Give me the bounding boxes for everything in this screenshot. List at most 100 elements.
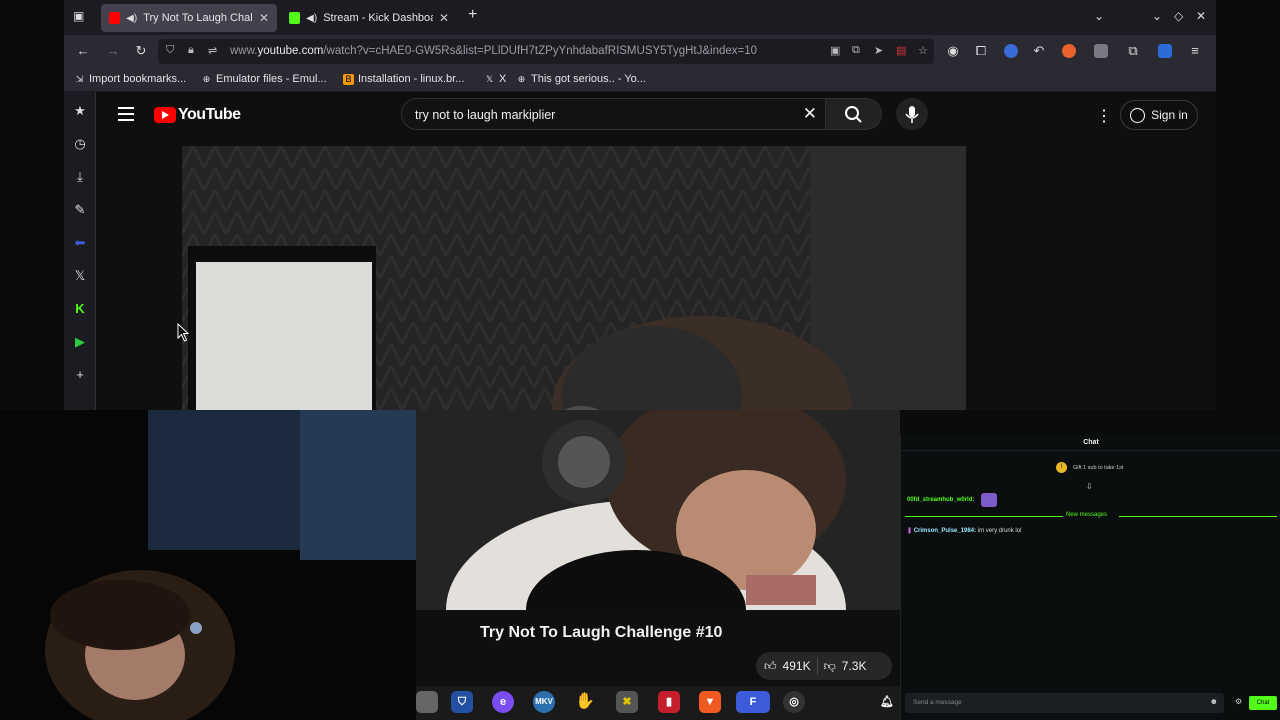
mkv-icon[interactable]: MKV bbox=[533, 691, 555, 713]
search-input[interactable]: try not to laugh markiplier ✕ bbox=[401, 98, 826, 130]
emoji-icon[interactable]: ☻ bbox=[1210, 697, 1218, 706]
chat-message: ❚ Crimson_Pulse_1984: im very drunk lol bbox=[907, 528, 1022, 534]
sign-in-button[interactable]: Sign in bbox=[1120, 100, 1198, 130]
lock-icon[interactable]: 🔒︎ bbox=[188, 44, 194, 57]
brave-b-icon: B bbox=[343, 73, 354, 85]
scroll-down-icon[interactable]: ⇩ bbox=[1086, 482, 1093, 491]
browser-sidebar: ★ ◷ ⤓ ✎ ⬅ 𝕏 K ▶ + bbox=[64, 92, 96, 410]
download-icon[interactable]: ⤓ bbox=[72, 169, 88, 185]
tool-icon[interactable]: ✖ bbox=[616, 691, 638, 713]
account-icon[interactable]: ◉ bbox=[944, 43, 962, 59]
tab-kick[interactable]: ◀) Stream - Kick Dashboar ✕ bbox=[281, 4, 457, 32]
window-close-icon[interactable]: ✕ bbox=[1196, 9, 1206, 23]
speaker-icon[interactable]: ◀) bbox=[126, 13, 137, 24]
user-icon bbox=[1130, 107, 1146, 123]
address-bar[interactable]: ⛉ 🔒︎ ⇌ www.youtube.com/watch?v=cHAE0-GW5… bbox=[158, 39, 934, 64]
app-icon[interactable] bbox=[416, 691, 438, 713]
bookmark-item[interactable]: ⇲ Import bookmarks... bbox=[74, 73, 186, 85]
clear-search-icon[interactable]: ✕ bbox=[803, 104, 817, 124]
bookmark-item[interactable]: ⊕ This got serious.. - Yo... bbox=[516, 73, 646, 85]
gear-icon[interactable]: ⚙ bbox=[1235, 697, 1242, 706]
minimize-icon[interactable]: ⌄ bbox=[1152, 9, 1162, 23]
webcam-overlay bbox=[0, 410, 416, 720]
kick-icon[interactable]: K bbox=[72, 301, 88, 317]
video-player[interactable] bbox=[182, 146, 966, 410]
chat-username[interactable]: 00fd_streamhub_w0rld: bbox=[907, 497, 974, 503]
x-icon[interactable]: 𝕏 bbox=[72, 268, 88, 284]
extensions-icon[interactable]: ⧠ bbox=[972, 43, 990, 59]
tab-youtube[interactable]: ◀) Try Not To Laugh Challe ✕ bbox=[101, 4, 277, 32]
shield-icon[interactable]: ⛉ bbox=[166, 44, 174, 57]
flag-icon[interactable]: ▤ bbox=[896, 44, 906, 57]
url-text[interactable]: www.youtube.com/watch?v=cHAE0-GW5Rs&list… bbox=[230, 45, 757, 57]
picture-icon[interactable]: ▣ bbox=[830, 44, 840, 57]
ublock-icon[interactable] bbox=[1094, 44, 1108, 58]
brave-icon[interactable]: ▼ bbox=[699, 691, 721, 713]
translate-icon[interactable]: ⧉ bbox=[852, 44, 860, 57]
bookmark-item[interactable]: ⊕ Emulator files - Emul... bbox=[201, 73, 327, 85]
like-count[interactable]: 491K bbox=[783, 659, 811, 673]
speaker-icon[interactable]: ◀) bbox=[306, 13, 317, 24]
forward-icon[interactable]: → bbox=[104, 43, 122, 58]
puzzle-icon[interactable]: ⧉ bbox=[1124, 43, 1142, 59]
menu-icon[interactable]: ≡ bbox=[1186, 43, 1204, 58]
video-title: Try Not To Laugh Challenge #10 bbox=[480, 624, 723, 641]
gift-sub-banner[interactable]: ! Gift 1 sub to take 1st bbox=[1056, 462, 1123, 473]
app-icon[interactable]: ⬅ bbox=[72, 235, 88, 251]
extension-icon[interactable] bbox=[1062, 44, 1076, 58]
bookmark-item[interactable]: 𝕏X bbox=[484, 73, 506, 85]
video-frame bbox=[182, 146, 966, 410]
chevron-down-icon[interactable]: ⌄ bbox=[1094, 9, 1104, 23]
close-icon[interactable]: ✕ bbox=[259, 11, 269, 25]
browser-e-icon[interactable]: e bbox=[492, 691, 514, 713]
hamburger-menu-icon[interactable] bbox=[118, 107, 134, 121]
restore-icon[interactable]: ◇ bbox=[1174, 9, 1183, 23]
bitwarden-icon[interactable]: ⛉ bbox=[451, 691, 473, 713]
thumbs-up-icon[interactable]: 👍︎ bbox=[764, 659, 777, 674]
badge-icon: ❚ bbox=[907, 528, 913, 534]
bookmark-item[interactable]: B Installation - linux.br... bbox=[343, 73, 464, 85]
add-icon[interactable]: + bbox=[72, 367, 88, 383]
nav-toolbar: ← → ↻ ⛉ 🔒︎ ⇌ www.youtube.com/watch?v=cHA… bbox=[64, 35, 1216, 68]
video-lower[interactable] bbox=[416, 410, 900, 610]
history-icon[interactable]: ◷ bbox=[72, 136, 88, 152]
webcam-feed bbox=[0, 410, 416, 720]
chat-send-button[interactable]: Chat bbox=[1249, 696, 1277, 710]
new-tab-icon[interactable]: + bbox=[468, 6, 477, 24]
files-icon[interactable]: ▮ bbox=[658, 691, 680, 713]
rumble-icon[interactable]: ▶ bbox=[72, 334, 88, 350]
more-options-icon[interactable]: ⋮ bbox=[1096, 106, 1112, 126]
divider bbox=[816, 657, 818, 675]
dislike-count[interactable]: 7.3K bbox=[842, 659, 867, 673]
thumbs-down-icon[interactable]: 👎︎ bbox=[824, 659, 836, 674]
pencil-icon[interactable]: ✎ bbox=[72, 202, 88, 218]
x-icon: 𝕏 bbox=[485, 73, 494, 84]
microphone-icon bbox=[905, 106, 919, 123]
youtube-logo[interactable]: YouTube bbox=[154, 106, 241, 124]
reload-icon[interactable]: ↻ bbox=[132, 43, 150, 59]
video-frame-lower bbox=[416, 410, 900, 610]
voice-search-button[interactable] bbox=[896, 98, 928, 130]
hand-icon[interactable]: ✋ bbox=[574, 691, 596, 713]
search-button[interactable] bbox=[826, 98, 882, 130]
back-icon[interactable]: ← bbox=[74, 43, 92, 58]
close-icon[interactable]: ✕ bbox=[439, 11, 449, 25]
permissions-icon[interactable]: ⇌ bbox=[208, 44, 217, 57]
tab-title: Try Not To Laugh Challe bbox=[143, 12, 253, 24]
youtube-header: YouTube try not to laugh markiplier ✕ ⋮ … bbox=[96, 92, 1216, 138]
obs-icon[interactable]: ◎ bbox=[783, 691, 805, 713]
chat-input[interactable]: Send a message ☻ bbox=[905, 693, 1224, 713]
active-app-icon[interactable]: F bbox=[736, 691, 770, 713]
chat-panel: Chat ! Gift 1 sub to take 1st ⇩ 00fd_str… bbox=[900, 435, 1280, 720]
star-icon[interactable]: ★ bbox=[72, 103, 88, 119]
tab-list-icon[interactable]: ▣ bbox=[73, 9, 84, 23]
send-icon[interactable]: ➤ bbox=[874, 44, 883, 57]
search-icon bbox=[845, 106, 862, 123]
bookmark-star-icon[interactable]: ☆ bbox=[918, 44, 928, 57]
undo-icon[interactable]: ↶ bbox=[1030, 43, 1048, 59]
extension-icon[interactable] bbox=[1158, 44, 1172, 58]
taskbar: ⛉ e MKV ✋ ✖ ▮ ▼ F ◎ 🔔︎ bbox=[416, 686, 900, 720]
extension-icon[interactable] bbox=[1004, 44, 1018, 58]
tab-title: Stream - Kick Dashboar bbox=[323, 12, 433, 24]
notification-icon[interactable]: 🔔︎ bbox=[876, 691, 898, 713]
